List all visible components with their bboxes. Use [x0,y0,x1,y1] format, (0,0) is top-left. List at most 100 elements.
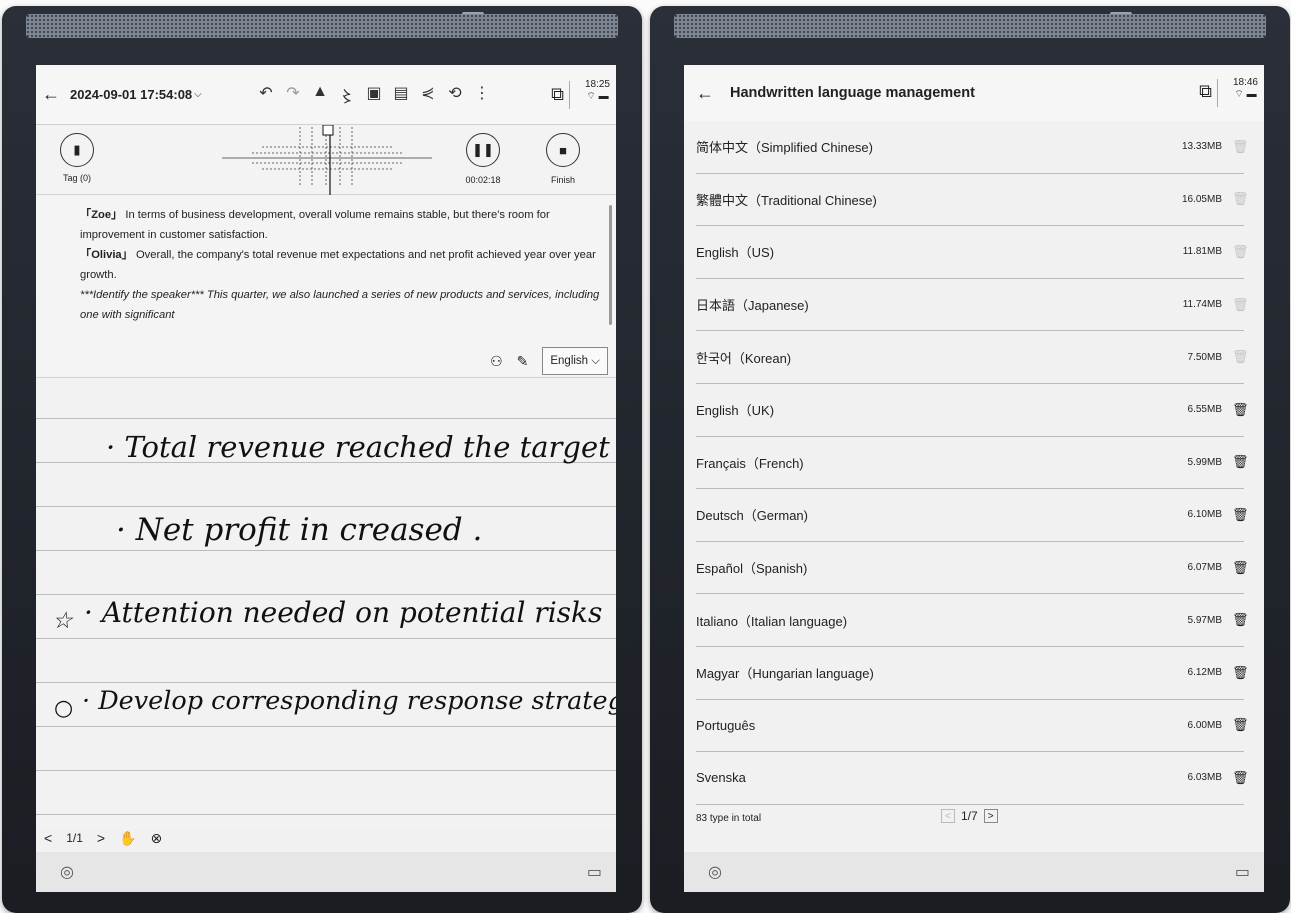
transcript-paragraph: 「Zoe」 In terms of business development, … [50,205,600,245]
handwriting-canvas[interactable]: · Total revenue reached the target · Net… [36,378,616,828]
transcript-panel: 「Zoe」 In terms of business development, … [36,195,616,378]
undo-icon[interactable]: ↶ [258,83,274,107]
tag-label: Tag (0) [62,173,91,183]
language-name: Deutsch（German) [696,508,808,524]
trash-icon[interactable]: 🗑 [1232,613,1249,627]
language-size: 11.74MB [1182,299,1222,311]
speaker-name[interactable]: 「Olivia」 [80,249,133,261]
sidebar-icon[interactable]: ▭ [587,862,602,882]
page-indicator[interactable]: 1/1 [66,831,83,845]
language-name: Magyar（Hungarian language) [696,666,874,682]
trash-icon[interactable]: 🗑 [1232,665,1249,680]
language-name: 繁體中文（Traditional Chinese) [696,192,877,208]
language-meta: 6.00MB 🗑 [1188,718,1249,732]
ai-icon[interactable]: ⊗ [151,830,163,847]
transcript-paragraph: 「Olivia」 Overall, the company's total re… [50,245,600,285]
pause-button[interactable]: ❚❚ [466,133,500,167]
ruled-line [36,682,616,683]
speaker-settings-icon[interactable]: ⚇ [490,351,503,371]
wifi-battery-icon: ⌔ ▬ [1234,89,1257,100]
elapsed-time: 00:02:18 [465,175,501,185]
language-row: Magyar（Hungarian language) 6.12MB 🗑 [696,647,1249,700]
language-size: 6.55MB [1187,404,1222,416]
language-name: 日本語（Japanese) [696,298,809,314]
prev-page-button[interactable]: < [941,809,955,823]
language-meta: 6.12MB 🗑 [1187,665,1249,680]
language-size: 5.97MB [1187,614,1222,626]
language-name: 한국어（Korean) [696,350,792,366]
language-row: Português 6.00MB 🗑 [696,700,1249,753]
trash-icon: 🗑 [1232,349,1249,365]
window-icon[interactable]: ⧉ [1199,81,1212,102]
window-icon[interactable]: ⧉ [551,84,564,105]
language-row: English（UK) 6.55MB 🗑 [696,384,1249,437]
tag-button[interactable]: ▮ [60,133,94,167]
tag-icon: ▮ [73,142,81,157]
transcript-paragraph: ***Identify the speaker*** This quarter,… [50,285,600,325]
pen-icon[interactable]: ▲ [312,83,328,107]
home-icon[interactable]: ◎ [708,862,722,882]
language-row: Français（French) 5.99MB 🗑 [696,437,1249,490]
back-arrow-icon[interactable]: ← [42,84,62,105]
template-icon[interactable]: ▣ [366,83,382,107]
redo-icon[interactable]: ↷ [285,83,301,107]
trash-icon[interactable]: 🗑 [1232,455,1249,469]
transcript-text: In terms of business development, overal… [80,209,550,241]
sidebar-icon[interactable]: ▭ [1235,862,1250,882]
back-arrow-icon[interactable]: ← [696,83,714,104]
note-title[interactable]: 2024-09-01 17:54:08 [70,87,192,102]
touch-off-icon[interactable]: ✋ [119,830,136,847]
language-meta: 11.74MB 🗑 [1182,297,1249,312]
scrollbar[interactable] [609,205,612,325]
speaker-grille [674,14,1266,38]
speaker-grille [26,14,618,38]
language-name: English（UK) [696,403,775,419]
transcript-text: Overall, the company's total revenue met… [80,249,596,281]
note-header: ← 2024-09-01 17:54:08 ⌵ ↶ ↷ ▲ 〻 ▣ ▤ ⋞ ⟲ … [36,65,616,125]
language-meta: 6.10MB 🗑 [1188,507,1249,522]
page-indicator: 1/7 [961,809,978,823]
trash-icon: 🗑 [1232,243,1249,259]
trash-icon[interactable]: 🗑 [1232,718,1249,732]
language-name: Svenska [696,770,746,786]
trash-icon[interactable]: 🗑 [1232,507,1249,522]
speaker-name[interactable]: 「Zoe」 [80,209,122,221]
more-icon[interactable]: ⋮ [474,83,490,107]
language-size: 6.12MB [1187,667,1222,679]
trash-icon[interactable]: 🗑 [1232,770,1249,785]
language-size: 13.33MB [1181,141,1222,153]
language-meta: 6.03MB 🗑 [1188,770,1249,785]
next-page-button[interactable]: > [983,809,998,823]
chevron-down-icon[interactable]: ⌵ [194,89,202,100]
history-icon[interactable]: ⟲ [447,83,463,107]
edit-transcript-icon[interactable]: ✎ [517,351,529,371]
share-icon[interactable]: ⋞ [420,83,436,107]
language-list: 简体中文（Simplified Chinese) 13.33MB 🗑 繁體中文（Tra… [696,121,1249,805]
image-icon[interactable]: ▤ [393,83,409,107]
language-meta: 7.50MB 🗑 [1188,349,1249,365]
language-select[interactable]: English ⌵ [542,347,608,375]
ruled-line [36,814,616,815]
language-row: 日本語（Japanese) 11.74MB 🗑 [696,279,1249,332]
pager: < 1/7 > [941,809,998,823]
status-area: 18:46 ⌔ ▬ [1233,77,1258,101]
list-footer: 83 type in total < 1/7 > [696,803,1244,833]
language-row: English（US) 11.81MB 🗑 [696,226,1249,279]
prev-page-button[interactable]: < [44,830,52,846]
eraser-icon[interactable]: 〻 [339,83,355,107]
identify-speaker-tag[interactable]: ***Identify the speaker*** [80,289,204,301]
status-area: 18:25 ⌔ ▬ [585,79,610,103]
finish-label: Finish [550,175,575,185]
finish-button[interactable]: ■ [546,133,580,167]
handwritten-note: · Total revenue reached the target [106,430,610,464]
language-name: Italiano（Italian language) [696,613,848,629]
language-meta: 16.05MB 🗑 [1182,192,1249,206]
ruled-line [36,506,616,507]
language-row: Italiano（Italian language) 5.97MB 🗑 [696,594,1249,647]
next-page-button[interactable]: > [97,830,105,846]
stop-icon: ■ [559,142,567,158]
trash-icon[interactable]: 🗑 [1232,402,1249,417]
trash-icon[interactable]: 🗑 [1232,560,1249,575]
home-icon[interactable]: ◎ [60,862,74,882]
right-screen: ← Handwritten language management ⧉ 18:4… [684,65,1264,892]
